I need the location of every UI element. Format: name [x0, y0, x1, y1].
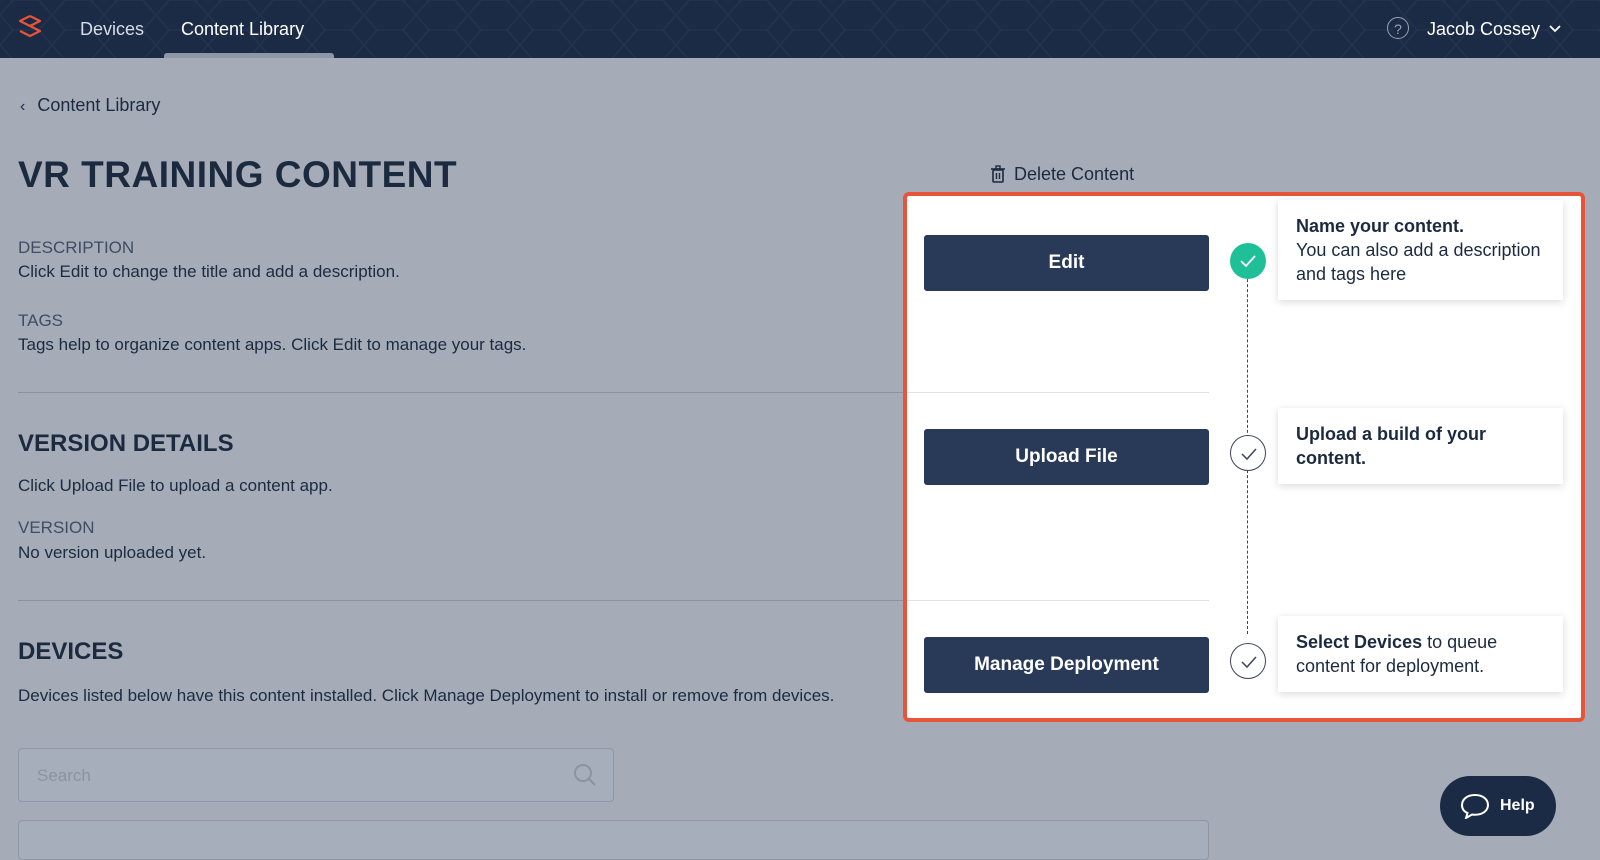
- step-complete-check-icon: [1230, 243, 1266, 279]
- breadcrumb-back-link[interactable]: ‹ Content Library: [20, 95, 160, 116]
- step-pending-check-icon: [1230, 643, 1266, 679]
- manage-deployment-button[interactable]: Manage Deployment: [924, 637, 1209, 693]
- step-card-bold: Select Devices: [1296, 632, 1423, 652]
- step-pending-check-icon: [1230, 435, 1266, 471]
- delete-content-label: Delete Content: [1014, 164, 1135, 184]
- guide-divider: [907, 392, 1209, 393]
- step-card-name-content: Name your content. You can also add a des…: [1278, 200, 1563, 300]
- step-card-upload-build: Upload a build of your content.: [1278, 408, 1563, 484]
- edit-button[interactable]: Edit: [924, 235, 1209, 291]
- top-nav-bar: Devices Content Library ? Jacob Cossey: [0, 0, 1600, 58]
- user-menu-name[interactable]: Jacob Cossey: [1427, 0, 1540, 58]
- active-tab-indicator: [164, 53, 334, 58]
- version-details-text: Click Upload File to upload a content ap…: [18, 476, 333, 495]
- devices-search-box[interactable]: [18, 748, 614, 803]
- devices-table: [18, 820, 1209, 860]
- trash-icon: [991, 165, 1005, 183]
- devices-heading: DEVICES: [18, 638, 124, 665]
- breadcrumb-label: Content Library: [37, 95, 161, 115]
- step-card-select-devices: Select Devices to queue content for depl…: [1278, 616, 1563, 692]
- chevron-left-icon: ‹: [20, 98, 26, 115]
- page-title: VR TRAINING CONTENT: [18, 154, 458, 195]
- section-divider: [18, 600, 903, 601]
- description-text: Click Edit to change the title and add a…: [18, 262, 400, 281]
- version-text: No version uploaded yet.: [18, 543, 207, 562]
- search-input[interactable]: [35, 749, 539, 803]
- step-card-text: You can also add a description and tags …: [1296, 240, 1541, 284]
- tags-text: Tags help to organize content apps. Clic…: [18, 335, 527, 354]
- section-divider: [18, 392, 903, 393]
- search-icon[interactable]: [573, 763, 597, 787]
- upload-file-button[interactable]: Upload File: [924, 429, 1209, 485]
- nav-tab-devices[interactable]: Devices: [80, 0, 144, 58]
- help-question-icon[interactable]: ?: [1387, 17, 1409, 39]
- help-widget-button[interactable]: Help: [1440, 776, 1556, 836]
- description-label: DESCRIPTION: [18, 238, 135, 257]
- chevron-down-icon[interactable]: [1548, 24, 1562, 33]
- devices-text: Devices listed below have this content i…: [18, 686, 835, 705]
- version-label: VERSION: [18, 518, 95, 537]
- app-logo-icon[interactable]: [18, 15, 42, 41]
- chat-bubble-icon: [1460, 793, 1490, 819]
- nav-tab-content-library[interactable]: Content Library: [181, 0, 304, 58]
- help-widget-label: Help: [1500, 797, 1535, 814]
- guide-divider: [907, 600, 1209, 601]
- version-details-heading: VERSION DETAILS: [18, 430, 234, 457]
- onboarding-guide-panel: Edit Name your content. You can also add …: [903, 192, 1585, 722]
- step-card-bold: Name your content.: [1296, 216, 1465, 236]
- delete-content-button[interactable]: Delete Content: [990, 164, 1134, 185]
- step-card-bold: Upload a build of your content.: [1296, 424, 1486, 468]
- tags-label: TAGS: [18, 311, 64, 330]
